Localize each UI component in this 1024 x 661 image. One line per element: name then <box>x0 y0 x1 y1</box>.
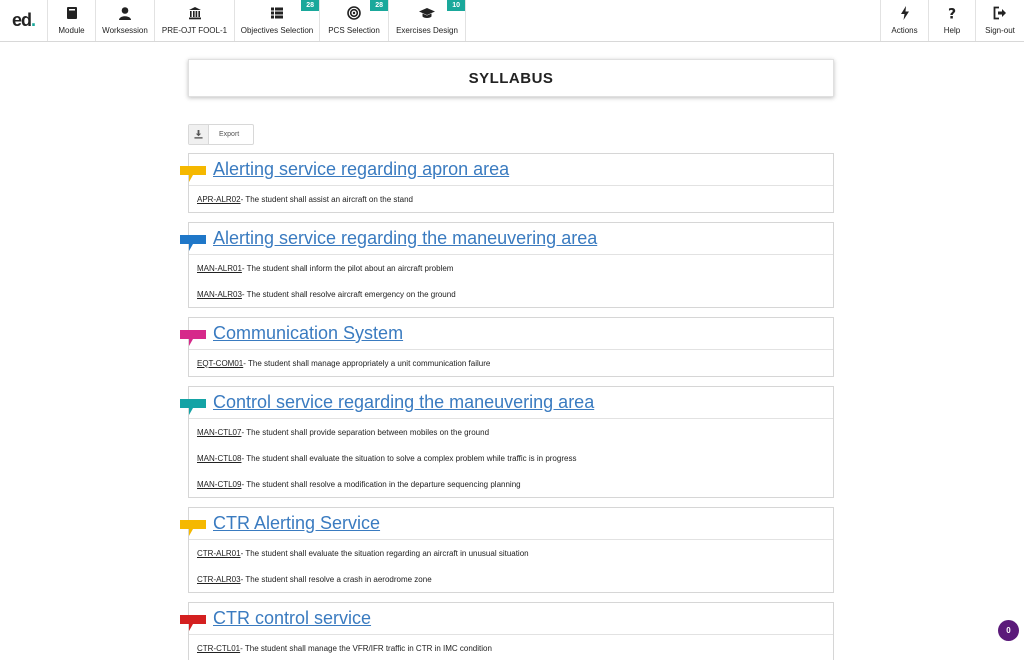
objective-text: - The student shall resolve aircraft eme… <box>241 289 456 299</box>
objective-item: MAN-ALR03 - The student shall resolve ai… <box>189 281 833 307</box>
section-title-link[interactable]: Alerting service regarding apron area <box>213 159 509 180</box>
syllabus-section: CTR control service CTR-CTL01 - The stud… <box>180 602 834 661</box>
top-navbar: ed. Module Worksession PRE-OJT FOOL-1 28… <box>0 0 1024 42</box>
objective-item: MAN-ALR01 - The student shall inform the… <box>189 255 833 281</box>
objective-code-link[interactable]: CTR-ALR01 <box>197 549 241 558</box>
bookmark-flag-icon <box>180 520 206 536</box>
nav-help-label: Help <box>943 26 961 35</box>
user-icon <box>119 7 131 20</box>
nav-help[interactable]: ? Help <box>928 0 976 41</box>
app-logo[interactable]: ed. <box>0 0 48 41</box>
objective-code-link[interactable]: EQT-COM01 <box>197 359 243 368</box>
objective-item: MAN-CTL07 - The student shall provide se… <box>189 419 833 445</box>
objective-code-link[interactable]: MAN-ALR01 <box>197 264 242 273</box>
nav-pcs-selection[interactable]: 28 PCS Selection <box>320 0 389 41</box>
nav-exercises-label: Exercises Design <box>396 26 458 35</box>
page-title: SYLLABUS <box>468 69 554 87</box>
export-button[interactable]: Export <box>188 124 254 145</box>
nav-sign-out[interactable]: Sign-out <box>976 0 1024 41</box>
target-icon <box>347 6 361 20</box>
objective-text: - The student shall manage the VFR/IFR t… <box>240 643 492 653</box>
objective-code-link[interactable]: MAN-ALR03 <box>197 290 242 299</box>
objective-code-link[interactable]: APR-ALR02 <box>197 195 241 204</box>
objective-text: - The student shall manage appropriately… <box>243 358 491 368</box>
objective-text: - The student shall assist an aircraft o… <box>240 194 413 204</box>
nav-objectives-selection[interactable]: 28 Objectives Selection <box>235 0 320 41</box>
exercises-count-badge: 10 <box>447 0 465 11</box>
bookmark-flag-icon <box>180 399 206 415</box>
section-title-link[interactable]: Control service regarding the maneuverin… <box>213 392 594 413</box>
syllabus-section: Alerting service regarding the maneuveri… <box>180 222 834 308</box>
pcs-count-badge: 28 <box>370 0 388 11</box>
objective-text: - The student shall evaluate the situati… <box>241 453 577 463</box>
objective-code-link[interactable]: MAN-CTL08 <box>197 454 241 463</box>
notification-counter-button[interactable]: 0 <box>998 620 1019 641</box>
nav-pre-ojt[interactable]: PRE-OJT FOOL-1 <box>155 0 235 41</box>
nav-pre-ojt-label: PRE-OJT FOOL-1 <box>161 26 228 35</box>
objective-item: APR-ALR02 - The student shall assist an … <box>189 186 833 212</box>
section-title-link[interactable]: Communication System <box>213 323 403 344</box>
section-title-link[interactable]: Alerting service regarding the maneuveri… <box>213 228 597 249</box>
question-icon: ? <box>948 7 956 21</box>
bookmark-flag-icon <box>180 235 206 251</box>
objective-item: MAN-CTL08 - The student shall evaluate t… <box>189 445 833 471</box>
bookmark-flag-icon <box>180 615 206 631</box>
bookmark-flag-icon <box>180 330 206 346</box>
objective-code-link[interactable]: CTR-ALR03 <box>197 575 241 584</box>
objective-text: - The student shall resolve a crash in a… <box>240 574 432 584</box>
nav-worksession[interactable]: Worksession <box>96 0 155 41</box>
objective-text: - The student shall resolve a modificati… <box>241 479 521 489</box>
objective-item: CTR-ALR01 - The student shall evaluate t… <box>189 540 833 566</box>
sign-out-icon <box>993 6 1006 20</box>
section-title-link[interactable]: CTR control service <box>213 608 371 629</box>
syllabus-section: CTR Alerting Service CTR-ALR01 - The stu… <box>180 507 834 593</box>
graduation-cap-icon <box>419 8 435 18</box>
book-icon <box>66 7 77 19</box>
nav-module[interactable]: Module <box>48 0 96 41</box>
list-icon <box>271 7 283 19</box>
nav-module-label: Module <box>58 26 85 35</box>
objective-text: - The student shall evaluate the situati… <box>240 548 529 558</box>
objective-code-link[interactable]: MAN-CTL07 <box>197 428 241 437</box>
syllabus-section: Control service regarding the maneuverin… <box>180 386 834 498</box>
svg-text:?: ? <box>948 7 956 21</box>
nav-sign-out-label: Sign-out <box>985 26 1015 35</box>
objective-code-link[interactable]: CTR-CTL01 <box>197 644 240 653</box>
objective-item: CTR-CTL01 - The student shall manage the… <box>189 635 833 661</box>
page-title-card: SYLLABUS <box>188 59 834 97</box>
nav-actions-label: Actions <box>891 26 918 35</box>
nav-worksession-label: Worksession <box>102 26 148 35</box>
nav-objectives-label: Objectives Selection <box>240 26 314 35</box>
syllabus-section: Communication System EQT-COM01 - The stu… <box>180 317 834 377</box>
bolt-icon <box>900 6 909 20</box>
download-icon <box>189 125 209 144</box>
objective-code-link[interactable]: MAN-CTL09 <box>197 480 241 489</box>
objective-text: - The student shall inform the pilot abo… <box>241 263 454 273</box>
objectives-count-badge: 28 <box>301 0 319 11</box>
syllabus-section: Alerting service regarding apron area AP… <box>180 153 834 213</box>
objective-item: CTR-ALR03 - The student shall resolve a … <box>189 566 833 592</box>
nav-actions[interactable]: Actions <box>880 0 928 41</box>
nav-pcs-label: PCS Selection <box>328 26 380 35</box>
section-title-link[interactable]: CTR Alerting Service <box>213 513 380 534</box>
nav-exercises-design[interactable]: 10 Exercises Design <box>389 0 466 41</box>
objective-item: MAN-CTL09 - The student shall resolve a … <box>189 471 833 497</box>
institution-icon <box>188 7 201 20</box>
objective-text: - The student shall provide separation b… <box>241 427 490 437</box>
objective-item: EQT-COM01 - The student shall manage app… <box>189 350 833 376</box>
bookmark-flag-icon <box>180 166 206 182</box>
export-label: Export <box>219 131 240 138</box>
